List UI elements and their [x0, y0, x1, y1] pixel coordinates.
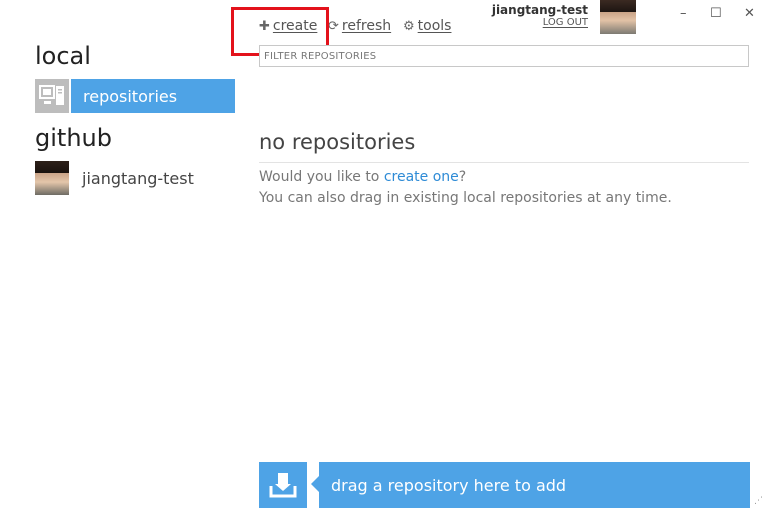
- filter-repositories-input[interactable]: [259, 45, 749, 67]
- refresh-label: refresh: [341, 18, 392, 34]
- maximize-button[interactable]: ☐: [710, 6, 722, 21]
- logout-link[interactable]: LOG OUT: [543, 17, 588, 28]
- drop-zone-icon-box[interactable]: [259, 462, 307, 508]
- sidebar-item-repositories[interactable]: repositories: [35, 79, 235, 113]
- gear-icon: ⚙: [403, 18, 415, 34]
- drag-hint-text: You can also drag in existing local repo…: [259, 190, 672, 206]
- computer-icon: [35, 79, 69, 113]
- minimize-button[interactable]: –: [680, 6, 687, 21]
- user-avatar[interactable]: [600, 0, 636, 34]
- drop-tray-icon: [269, 473, 297, 498]
- username: jiangtang-test: [491, 3, 588, 17]
- drop-zone[interactable]: drag a repository here to add: [319, 462, 750, 508]
- refresh-icon: ⟳: [328, 18, 339, 34]
- divider: [259, 162, 749, 163]
- close-button[interactable]: ✕: [744, 6, 755, 21]
- create-prompt-suffix: ?: [458, 169, 467, 185]
- create-one-link[interactable]: create one: [384, 169, 459, 185]
- refresh-button[interactable]: ⟳ refresh: [328, 18, 391, 34]
- create-prompt-prefix: Would you like to: [259, 169, 384, 185]
- tools-label: tools: [417, 18, 452, 34]
- empty-state-title: no repositories: [259, 130, 416, 154]
- tools-button[interactable]: ⚙ tools: [403, 18, 451, 34]
- github-avatar: [35, 161, 69, 195]
- github-account-label: jiangtang-test: [82, 168, 194, 188]
- drop-zone-pointer: [311, 476, 319, 492]
- github-section-title: github: [35, 124, 112, 152]
- sidebar-item-label: repositories: [71, 79, 235, 113]
- sidebar-item-github-account[interactable]: jiangtang-test: [35, 161, 194, 195]
- local-section-title: local: [35, 42, 91, 70]
- create-prompt: Would you like to create one?: [259, 169, 466, 185]
- resize-grip-icon[interactable]: ⋰: [754, 497, 763, 506]
